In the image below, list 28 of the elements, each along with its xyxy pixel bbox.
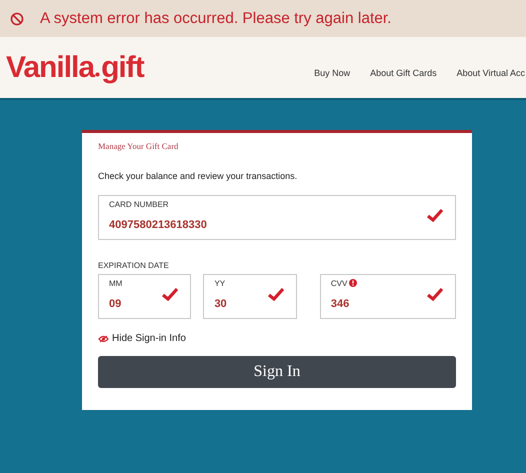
info-icon[interactable]	[349, 279, 358, 287]
link-text: Hide Sign-in Info	[112, 333, 186, 344]
field-value: 30	[214, 298, 227, 312]
logo-dot-icon	[95, 72, 100, 76]
field-value: 346	[330, 298, 350, 312]
hide-info-link[interactable]: Hide Sign-in Info	[98, 333, 186, 344]
eye-slash-icon	[98, 334, 109, 342]
field-label: MM	[109, 279, 122, 288]
field-label: CARD NUMBER	[109, 200, 169, 209]
intro-text: Check your balance and review your transactions.	[98, 171, 298, 181]
expiration-label: EXPIRATION DATE	[98, 261, 170, 270]
sign-in-button[interactable]: Sign In	[98, 356, 456, 388]
nav-link[interactable]: About Gift Cards	[370, 68, 437, 78]
field-value: 09	[109, 298, 122, 312]
field-label: YY	[214, 279, 226, 288]
field-value: 4097580213618330	[109, 219, 207, 233]
error-message: A system error has occurred. Please try again later.	[40, 10, 392, 28]
blocked-icon	[10, 12, 24, 26]
input-field[interactable]: YY 30	[203, 274, 297, 319]
logo-text[interactable]: Vanilla	[6, 50, 94, 84]
input-field[interactable]: MM 09	[98, 274, 192, 319]
card-number-field[interactable]: CARD NUMBER 4097580213618330	[98, 195, 456, 240]
card-title: Manage Your Gift Card	[98, 141, 180, 151]
logo-text[interactable]: gift	[101, 50, 144, 84]
nav-link[interactable]: Buy Now	[314, 68, 350, 78]
field-label: CVV	[330, 279, 348, 288]
input-field[interactable]: CVV 346	[320, 274, 456, 319]
nav-link[interactable]: About Virtual Acc	[456, 68, 525, 78]
